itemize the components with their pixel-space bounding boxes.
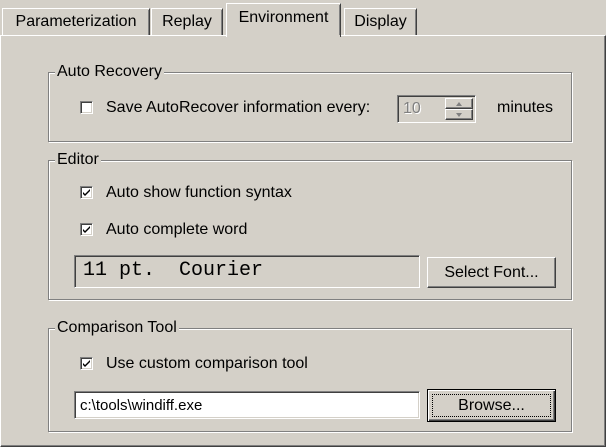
tab-environment[interactable]: Environment	[226, 3, 341, 37]
interval-spin-buttons[interactable]	[445, 98, 473, 120]
focus-rect	[432, 394, 551, 417]
tab-parameterization[interactable]: Parameterization	[2, 8, 150, 36]
auto-complete-word-checkbox[interactable]	[80, 223, 93, 236]
arrow-up-icon	[456, 102, 462, 106]
tab-display[interactable]: Display	[344, 8, 417, 36]
font-display-text: 11 pt. Courier	[83, 259, 264, 282]
auto-recovery-legend: Auto Recovery	[55, 62, 164, 82]
tab-label: Environment	[238, 9, 329, 26]
checkmark-icon	[83, 360, 90, 367]
use-custom-tool-label: Use custom comparison tool	[106, 355, 308, 372]
select-font-label: Select Font...	[444, 264, 539, 281]
tab-replay[interactable]: Replay	[151, 8, 223, 36]
editor-legend: Editor	[55, 150, 101, 170]
autorecover-label: Save AutoRecover information every:	[106, 99, 371, 116]
checkmark-icon	[83, 226, 90, 233]
comparison-tool-legend: Comparison Tool	[55, 318, 179, 338]
auto-show-syntax-checkbox[interactable]	[80, 186, 93, 199]
autorecover-checkbox[interactable]	[80, 101, 93, 114]
use-custom-tool-checkbox[interactable]	[80, 357, 93, 370]
checkmark-icon	[83, 189, 90, 196]
arrow-down-icon	[456, 113, 462, 117]
tab-label: Replay	[162, 13, 212, 30]
minutes-label: minutes	[497, 99, 554, 116]
select-font-button[interactable]: Select Font...	[427, 257, 556, 288]
auto-show-syntax-label: Auto show function syntax	[106, 184, 292, 201]
browse-button[interactable]: Browse...	[427, 389, 556, 422]
tab-label: Parameterization	[15, 13, 137, 30]
spin-up-button[interactable]	[445, 98, 473, 109]
font-display-field: 11 pt. Courier	[74, 255, 420, 288]
tool-path-input[interactable]	[78, 394, 416, 416]
tool-path-field[interactable]	[74, 391, 420, 419]
tab-label: Display	[354, 13, 407, 30]
spin-down-button[interactable]	[445, 109, 473, 120]
auto-complete-word-label: Auto complete word	[106, 221, 248, 238]
